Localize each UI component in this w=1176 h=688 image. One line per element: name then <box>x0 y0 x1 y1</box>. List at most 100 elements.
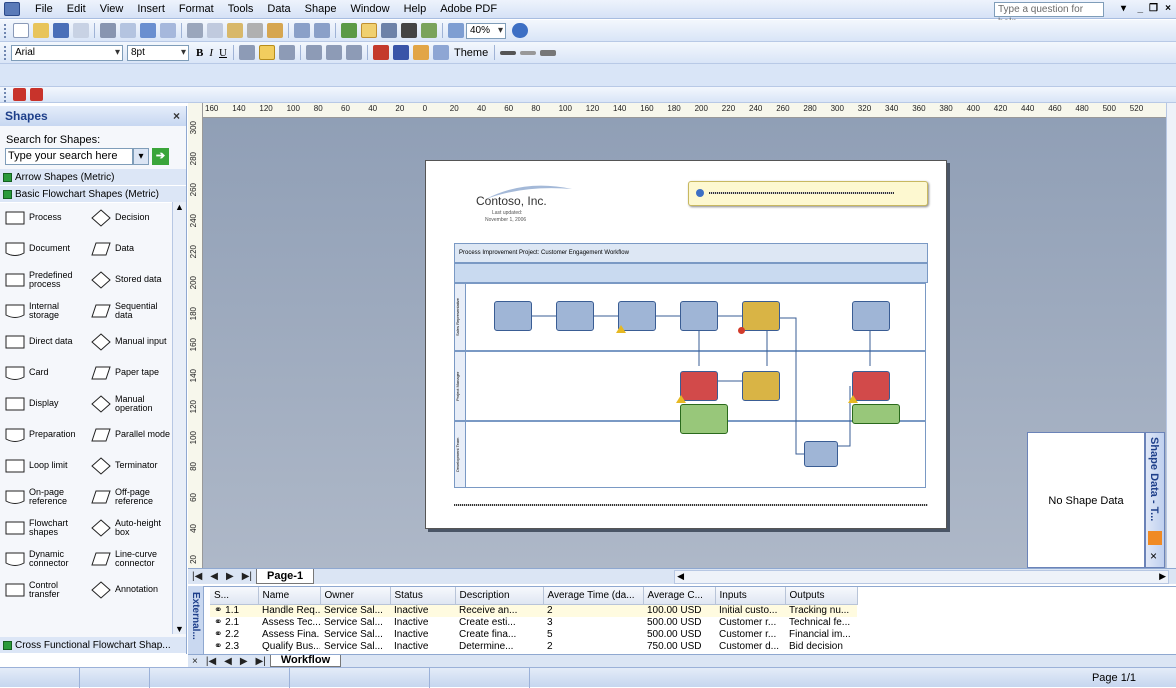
search-input[interactable]: Type your search here <box>5 148 133 165</box>
stencil-shape-annotation[interactable]: Annotation <box>86 580 172 599</box>
stencil-shape-flowchart-shapes[interactable]: Flowchart shapes <box>0 518 86 537</box>
column-header[interactable]: Average C... <box>643 587 716 605</box>
minimize-button[interactable]: _ <box>1137 3 1143 14</box>
scroll-right-icon[interactable]: ▶ <box>1159 571 1166 582</box>
align-right-icon[interactable] <box>278 45 295 60</box>
paste-icon[interactable] <box>227 23 243 38</box>
font-size-select[interactable]: 8pt <box>127 44 189 61</box>
column-header[interactable]: S... <box>210 587 259 605</box>
stencil-shape-decision[interactable]: Decision <box>86 208 172 227</box>
bold-icon[interactable]: B <box>196 47 203 59</box>
column-header[interactable]: Description <box>455 587 544 605</box>
pin-icon[interactable] <box>1148 531 1162 545</box>
menu-shape[interactable]: Shape <box>298 0 344 19</box>
next-tab-icon[interactable]: ▶ <box>240 656 248 667</box>
menu-view[interactable]: View <box>93 0 131 19</box>
stencil-shape-process[interactable]: Process <box>0 209 86 227</box>
stencil-shape-on-page-reference[interactable]: On-page reference <box>0 487 86 506</box>
zoom-select[interactable]: 40% <box>466 22 506 39</box>
stencil-shape-manual-input[interactable]: Manual input <box>86 332 172 351</box>
stencil-shape-line-curve-connector[interactable]: Line-curve connector <box>86 549 172 568</box>
menu-file[interactable]: File <box>28 0 60 19</box>
underline-icon[interactable]: U <box>219 47 227 59</box>
close-icon[interactable]: × <box>192 656 198 667</box>
stencil-shape-direct-data[interactable]: Direct data <box>0 333 86 351</box>
spelling-icon[interactable] <box>140 23 156 38</box>
process-box-5[interactable] <box>742 301 780 331</box>
process-box-10[interactable] <box>804 441 838 467</box>
decrease-indent-icon[interactable] <box>325 45 342 60</box>
stencil-shape-paper-tape[interactable]: Paper tape <box>86 364 172 382</box>
align-center-icon[interactable] <box>258 45 275 60</box>
toolbar-grip[interactable] <box>4 45 7 60</box>
last-tab-icon[interactable]: ▶| <box>256 656 266 667</box>
help-icon[interactable] <box>512 23 528 38</box>
process-box-1[interactable] <box>494 301 532 331</box>
line-ends-icon[interactable] <box>540 49 557 56</box>
drawing-page[interactable]: Contoso, Inc. Last updated: November 1, … <box>425 160 947 529</box>
column-header[interactable]: Outputs <box>785 587 858 605</box>
first-page-icon[interactable]: |◀ <box>192 571 202 582</box>
external-data-table[interactable]: S... Name Owner Status Description Average Ti… <box>210 587 858 653</box>
menu-help[interactable]: Help <box>397 0 434 19</box>
new-icon[interactable] <box>13 23 29 38</box>
next-page-icon[interactable]: ▶ <box>226 571 234 582</box>
theme-icon[interactable] <box>432 45 449 60</box>
drawing-tools-icon[interactable] <box>421 23 437 38</box>
close-window-button[interactable]: × <box>1165 3 1171 14</box>
convert-pdf-email-icon[interactable] <box>30 88 43 101</box>
data-graphic-stack[interactable] <box>680 404 728 434</box>
scroll-down-icon[interactable]: ▼ <box>173 624 186 634</box>
column-header[interactable]: Inputs <box>715 587 786 605</box>
visio-app-icon[interactable] <box>4 2 20 16</box>
stencil-shape-document[interactable]: Document <box>0 240 86 258</box>
stencil-shape-sequential-data[interactable]: Sequential data <box>86 301 172 320</box>
print-icon[interactable] <box>100 23 116 38</box>
research-icon[interactable] <box>160 23 176 38</box>
text-tool-icon[interactable] <box>401 23 417 38</box>
line-color-icon[interactable] <box>392 45 409 60</box>
toolbar-grip[interactable] <box>4 87 7 102</box>
prev-tab-icon[interactable]: ◀ <box>224 656 232 667</box>
restore-button[interactable]: ❐ <box>1149 3 1158 14</box>
first-tab-icon[interactable]: |◀ <box>206 656 216 667</box>
table-row[interactable]: ⚭ 2.3 Qualify Bus... Service Sal... Inactiv… <box>210 641 857 653</box>
stencil-scrollbar[interactable]: ▲ ▼ <box>172 202 186 634</box>
scroll-left-icon[interactable]: ◀ <box>677 571 684 582</box>
menu-data[interactable]: Data <box>260 0 297 19</box>
tab-workflow[interactable]: Workflow <box>269 655 342 667</box>
undo-icon[interactable] <box>294 23 310 38</box>
column-header[interactable]: Average Time (da... <box>543 587 644 605</box>
stencil-shape-terminator[interactable]: Terminator <box>86 456 172 475</box>
print-preview-icon[interactable] <box>120 23 136 38</box>
stencil-shape-preparation[interactable]: Preparation <box>0 426 86 444</box>
close-icon[interactable]: × <box>173 106 180 126</box>
process-box-4[interactable] <box>680 301 718 331</box>
line-pattern-icon[interactable] <box>520 50 537 55</box>
process-box-2[interactable] <box>556 301 594 331</box>
chevron-down-icon[interactable]: ▾ <box>133 148 149 165</box>
search-go-button[interactable]: ➔ <box>152 148 169 165</box>
stencil-shape-data[interactable]: Data <box>86 240 172 258</box>
toolbar-grip[interactable] <box>4 23 7 38</box>
format-painter-icon[interactable] <box>267 23 283 38</box>
menu-edit[interactable]: Edit <box>60 0 93 19</box>
shapes-window-icon[interactable] <box>341 23 357 38</box>
column-header[interactable]: Name <box>258 587 321 605</box>
table-row[interactable]: ⚭ 2.1 Assess Tec... Service Sal... Inactive… <box>210 617 857 629</box>
external-data-side-tab[interactable]: External... <box>188 586 204 654</box>
bullets-icon[interactable] <box>305 45 322 60</box>
process-box-8[interactable] <box>742 371 780 401</box>
canvas-horizontal-scrollbar[interactable]: ◀ ▶ <box>674 569 1170 584</box>
last-page-icon[interactable]: ▶| <box>242 571 252 582</box>
open-folder-icon[interactable] <box>33 23 49 38</box>
column-header[interactable]: Status <box>390 587 456 605</box>
column-header[interactable]: Owner <box>320 587 391 605</box>
stencil-shape-loop-limit[interactable]: Loop limit <box>0 457 86 475</box>
stencil-shape-card[interactable]: Card <box>0 364 86 382</box>
help-dropdown-icon[interactable]: ▾ <box>1121 3 1126 14</box>
menu-adobe-pdf[interactable]: Adobe PDF <box>433 0 504 19</box>
redo-icon[interactable] <box>314 23 330 38</box>
help-search-input[interactable]: Type a question for help <box>994 2 1104 28</box>
theme-button[interactable]: Theme <box>454 47 488 59</box>
